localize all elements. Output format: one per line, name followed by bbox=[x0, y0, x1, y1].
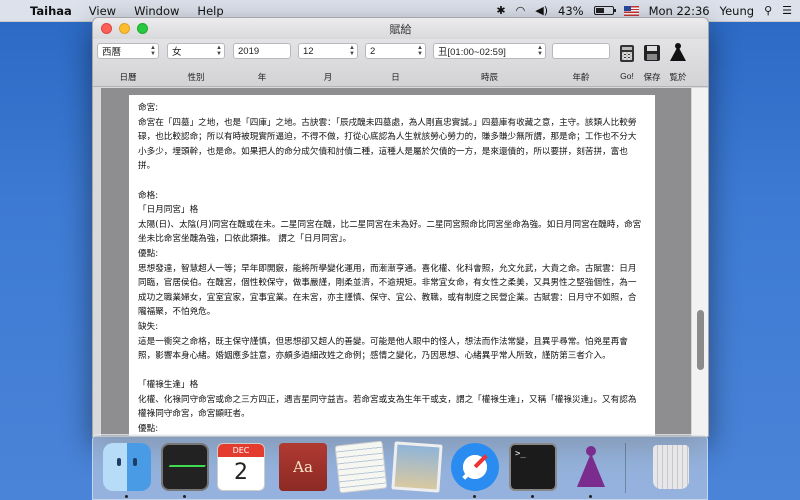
finder-icon[interactable] bbox=[103, 443, 151, 491]
menu-help[interactable]: Help bbox=[197, 4, 223, 18]
running-indicator bbox=[589, 495, 592, 498]
document-paragraph: 這是一衝突之命格，既主保守謹慎，但思想卻又超人的善變。可能是他人眼中的怪人，想法… bbox=[138, 336, 628, 362]
month-value: 12 bbox=[303, 45, 314, 57]
reading-page: 命宮: 命宮在「四墓」之地，也是「四庫」之地。古訣雲：「辰戌醜未四墓處，為人剛直忠… bbox=[129, 95, 655, 436]
vertical-scrollbar[interactable] bbox=[691, 88, 708, 436]
window-titlebar[interactable]: 賦給 bbox=[93, 18, 708, 39]
main-window: 賦給 西曆 ▲ ▼ 女 ▲ ▼ 2019 12 ▲ ▼ 2 ▲ ▼ 丑[01:00~02… bbox=[92, 17, 709, 437]
minimize-window-button[interactable] bbox=[119, 23, 130, 34]
terminal-icon[interactable]: >_ bbox=[509, 443, 557, 491]
dock-separator bbox=[625, 443, 626, 493]
hour-label: 時辰 bbox=[480, 72, 498, 82]
calendar-type-value: 西曆 bbox=[102, 47, 122, 58]
stepper-arrows-icon: ▲ ▼ bbox=[349, 45, 355, 57]
dictionary-icon[interactable]: Aa bbox=[279, 443, 327, 491]
month-select[interactable]: 12 ▲ ▼ bbox=[298, 43, 358, 59]
robe-figure-icon bbox=[670, 42, 686, 61]
zoom-window-button[interactable] bbox=[137, 23, 148, 34]
input-source-flag-icon[interactable] bbox=[623, 5, 639, 16]
document-paragraph: 太陽(日)、太陰(月)同宮在醜或在未。二星同宮在醜，比二星同宮在未為好。二星同宮… bbox=[138, 219, 642, 245]
running-indicator bbox=[125, 495, 128, 498]
window-title: 賦給 bbox=[389, 22, 412, 36]
close-window-button[interactable] bbox=[101, 23, 112, 34]
dictionary-label: Aa bbox=[293, 458, 313, 476]
toolbar: 西曆 ▲ ▼ 女 ▲ ▼ 2019 12 ▲ ▼ 2 ▲ ▼ 丑[01:00~02:59… bbox=[93, 39, 708, 87]
document-paragraph: 優點: bbox=[138, 248, 159, 259]
trash-icon[interactable] bbox=[653, 445, 689, 489]
go-button[interactable] bbox=[616, 42, 638, 64]
textedit-icon[interactable] bbox=[334, 440, 388, 494]
age-label: 年齡 bbox=[572, 72, 590, 82]
calendar-type-label: 日曆 bbox=[119, 72, 137, 82]
go-label: Go! bbox=[620, 71, 634, 81]
gender-select[interactable]: 女 ▲ ▼ bbox=[167, 43, 225, 59]
calendar-app-icon[interactable]: DEC 2 bbox=[217, 443, 265, 491]
battery-icon[interactable] bbox=[593, 6, 616, 15]
year-field[interactable]: 2019 bbox=[233, 43, 291, 59]
document-paragraph: 命格: bbox=[138, 190, 159, 201]
menu-view[interactable]: View bbox=[89, 4, 116, 18]
battery-percent[interactable]: 43% bbox=[558, 4, 584, 18]
running-indicator bbox=[473, 495, 476, 498]
year-value: 2019 bbox=[238, 45, 260, 57]
document-paragraph: 思想發達，智慧超人一等；早年即開竅，能將所學變化運用，而漸漸亨通。喜化權、化科會… bbox=[138, 263, 637, 318]
menu-window[interactable]: Window bbox=[134, 4, 179, 18]
save-button[interactable] bbox=[641, 42, 663, 64]
taihaa-app-icon[interactable] bbox=[567, 443, 615, 491]
running-indicator bbox=[183, 495, 186, 498]
save-label: 保存 bbox=[643, 72, 661, 82]
calculator-icon bbox=[620, 44, 634, 62]
app-menu[interactable]: Taihaa bbox=[30, 4, 72, 18]
dock: DEC 2 Aa >_ bbox=[92, 434, 708, 500]
running-indicator bbox=[531, 495, 534, 498]
calendar-month: DEC bbox=[218, 444, 264, 457]
document-paragraph: 命宮在「四墓」之地，也是「四庫」之地。古訣雲：「辰戌醜未四墓處，為人剛直忠實誠。… bbox=[138, 117, 637, 172]
volume-icon[interactable]: ◀) bbox=[535, 5, 548, 16]
age-field[interactable] bbox=[552, 43, 610, 59]
year-label: 年 bbox=[257, 72, 267, 82]
day-value: 2 bbox=[370, 45, 376, 57]
wifi-icon[interactable]: ◠ bbox=[516, 5, 526, 16]
hour-select[interactable]: 丑[01:00~02:59] ▲ ▼ bbox=[433, 43, 546, 59]
switch-label: 覧於 bbox=[669, 72, 687, 82]
document-paragraph: 「權祿生逢」格 bbox=[138, 380, 199, 391]
notification-center-icon[interactable]: ☰ bbox=[782, 5, 792, 16]
document-viewport[interactable]: 命宮: 命宮在「四墓」之地，也是「四庫」之地。古訣雲：「辰戌醜未四墓處，為人剛直忠… bbox=[101, 88, 691, 436]
floppy-disk-icon bbox=[644, 45, 660, 61]
stepper-arrows-icon: ▲ ▼ bbox=[537, 45, 543, 57]
gender-label: 性別 bbox=[187, 72, 205, 82]
document-paragraph: 「日月同宮」格 bbox=[138, 205, 199, 216]
document-paragraph: 缺失: bbox=[138, 321, 159, 332]
day-label: 日 bbox=[391, 72, 400, 82]
day-select[interactable]: 2 ▲ ▼ bbox=[365, 43, 426, 59]
gender-value: 女 bbox=[172, 47, 182, 58]
month-label: 月 bbox=[323, 72, 333, 82]
user-menu[interactable]: Yeung bbox=[720, 4, 754, 18]
safari-icon[interactable] bbox=[451, 443, 499, 491]
bluetooth-icon[interactable]: ✱ bbox=[496, 5, 505, 16]
document-paragraph: 化權、化祿同守命宮或命之三方四正，遇吉星同守益吉。若命宮或支為生年干或支，謂之「… bbox=[138, 394, 637, 420]
terminal-prompt: >_ bbox=[515, 449, 526, 459]
spotlight-search-icon[interactable]: ⚲ bbox=[764, 5, 772, 16]
menu-clock[interactable]: Mon 22:36 bbox=[649, 4, 710, 18]
hour-value: 丑[01:00~02:59] bbox=[438, 47, 506, 58]
stepper-arrows-icon: ▲ ▼ bbox=[216, 45, 222, 57]
stepper-arrows-icon: ▲ ▼ bbox=[150, 45, 156, 57]
activity-monitor-icon[interactable] bbox=[161, 443, 209, 491]
stepper-arrows-icon: ▲ ▼ bbox=[417, 45, 423, 57]
switch-button[interactable] bbox=[667, 42, 689, 64]
calendar-type-select[interactable]: 西曆 ▲ ▼ bbox=[97, 43, 159, 59]
scrollbar-thumb[interactable] bbox=[697, 310, 704, 370]
calendar-day: 2 bbox=[234, 460, 248, 485]
preview-icon[interactable] bbox=[391, 441, 443, 493]
document-paragraph: 命宮: bbox=[138, 103, 159, 113]
